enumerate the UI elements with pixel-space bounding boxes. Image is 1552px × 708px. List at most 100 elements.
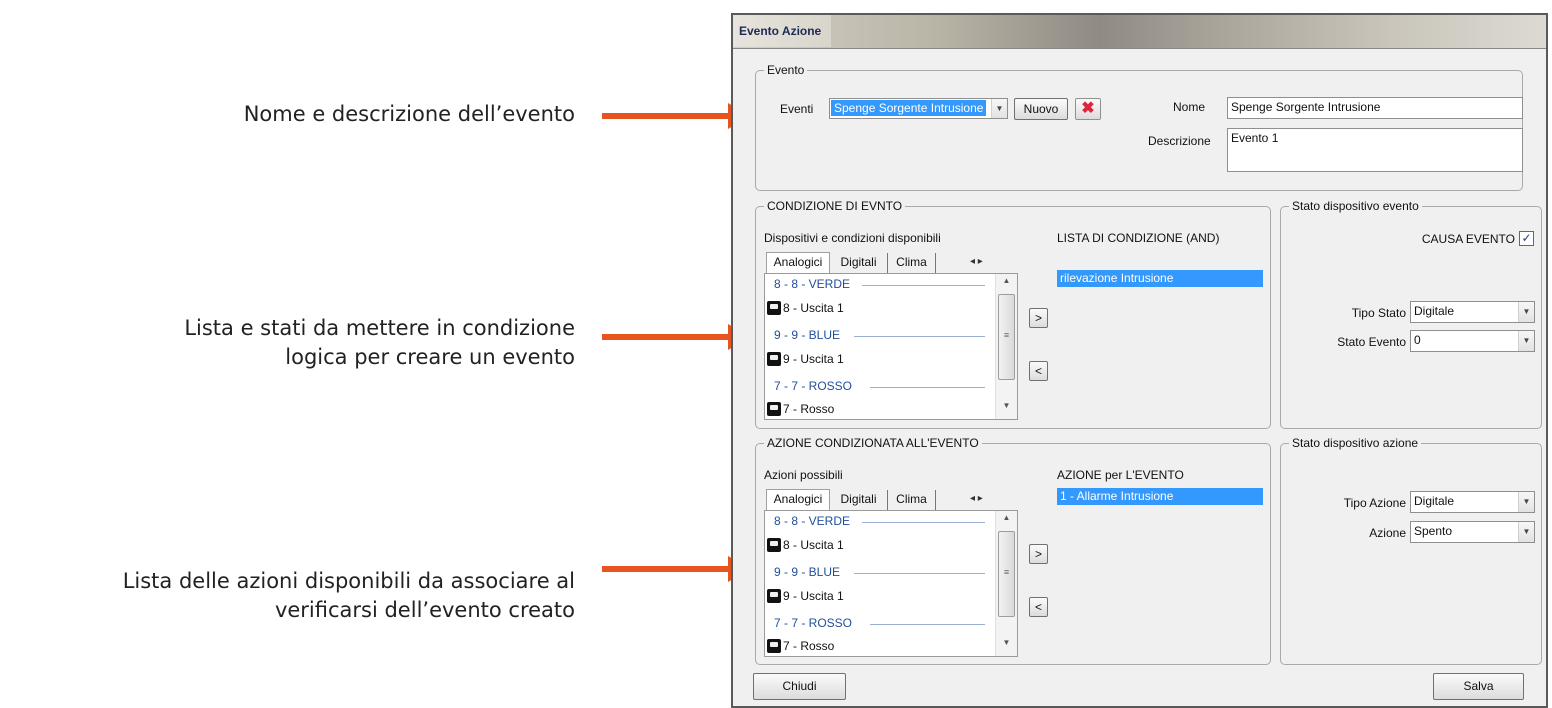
- add-action-button[interactable]: >: [1029, 544, 1048, 564]
- annotation-line: Lista e stati da mettere in condizione: [184, 316, 575, 340]
- stato-evento-legend: Stato dispositivo evento: [1289, 199, 1422, 213]
- device-icon: [767, 402, 781, 416]
- action-list[interactable]: 1 - Allarme Intrusione: [1057, 487, 1263, 657]
- condition-list-item[interactable]: rilevazione Intrusione: [1057, 270, 1263, 287]
- nome-field[interactable]: Spenge Sorgente Intrusione: [1227, 97, 1523, 119]
- tab-scroll-arrows[interactable]: ◂ ▸: [970, 493, 983, 504]
- list-item[interactable]: 7 - Rosso: [767, 402, 834, 416]
- tipo-stato-value: Digitale: [1414, 304, 1455, 318]
- tab-scroll-arrows[interactable]: ◂ ▸: [970, 256, 983, 267]
- descrizione-label: Descrizione: [1148, 134, 1211, 148]
- tab-clima[interactable]: Clima: [888, 253, 936, 273]
- tab-analogici[interactable]: Analogici: [766, 489, 830, 510]
- list-group-header: 8 - 8 - VERDE: [774, 514, 985, 528]
- eventi-value: Spenge Sorgente Intrusione: [831, 100, 987, 116]
- list-item[interactable]: 8 - Uscita 1: [767, 538, 844, 552]
- azione-legend: AZIONE CONDIZIONATA ALL'EVENTO: [764, 436, 982, 450]
- condition-list[interactable]: rilevazione Intrusione: [1057, 250, 1263, 420]
- stato-evento-label: Stato Evento: [1337, 335, 1406, 349]
- list-item[interactable]: 7 - Rosso: [767, 639, 834, 653]
- tipo-stato-label: Tipo Stato: [1351, 306, 1406, 320]
- tab-analogici[interactable]: Analogici: [766, 252, 830, 273]
- annotation-event-name: Nome e descrizione dell’evento: [244, 100, 575, 129]
- scroll-up-icon[interactable]: ▲: [996, 276, 1017, 292]
- device-icon: [767, 639, 781, 653]
- scroll-thumb[interactable]: ≡: [998, 294, 1015, 380]
- nome-label: Nome: [1173, 100, 1206, 114]
- list-item[interactable]: 8 - Uscita 1: [767, 301, 844, 315]
- annotation-line: Lista delle azioni disponibili da associ…: [122, 569, 575, 593]
- nuovo-button[interactable]: Nuovo: [1014, 98, 1068, 120]
- chevron-down-icon[interactable]: ▼: [1518, 331, 1534, 351]
- annotation-action-list: Lista delle azioni disponibili da associ…: [123, 567, 575, 625]
- chevron-down-icon[interactable]: ▼: [1518, 492, 1534, 512]
- arrow-1: [602, 103, 750, 129]
- condizione-legend: CONDIZIONE DI EVNTO: [764, 199, 906, 213]
- list-item[interactable]: 9 - Uscita 1: [767, 589, 844, 603]
- list-group-header: 7 - 7 - ROSSO: [774, 616, 985, 630]
- descrizione-field[interactable]: Evento 1: [1227, 128, 1523, 172]
- add-condition-button[interactable]: >: [1029, 308, 1048, 328]
- tab-digitali[interactable]: Digitali: [830, 490, 888, 510]
- condition-tabs: Analogici Digitali Clima ◂ ▸: [766, 252, 1006, 273]
- list-item[interactable]: 9 - Uscita 1: [767, 352, 844, 366]
- available-conditions-label: Dispositivi e condizioni disponibili: [764, 231, 941, 245]
- list-group-header: 7 - 7 - ROSSO: [774, 379, 985, 393]
- stato-azione-legend: Stato dispositivo azione: [1289, 436, 1422, 450]
- chevron-down-icon[interactable]: ▼: [1518, 302, 1534, 322]
- azione-value: Spento: [1414, 524, 1453, 538]
- device-icon: [767, 352, 781, 366]
- remove-condition-button[interactable]: <: [1029, 361, 1048, 381]
- tipo-stato-combo[interactable]: Digitale ▼: [1410, 301, 1535, 323]
- tipo-azione-label: Tipo Azione: [1343, 496, 1406, 510]
- tipo-azione-value: Digitale: [1414, 494, 1455, 508]
- scroll-up-icon[interactable]: ▲: [996, 513, 1017, 529]
- action-device-list[interactable]: 8 - 8 - VERDE 8 - Uscita 1 9 - 9 - BLUE …: [764, 510, 1018, 657]
- annotation-line: Nome e descrizione dell’evento: [243, 102, 575, 126]
- arrow-3: [602, 556, 750, 582]
- tab-digitali[interactable]: Digitali: [830, 253, 888, 273]
- condition-device-list[interactable]: 8 - 8 - VERDE 8 - Uscita 1 9 - 9 - BLUE …: [764, 273, 1018, 420]
- scroll-thumb[interactable]: ≡: [998, 531, 1015, 617]
- chiudi-button[interactable]: Chiudi: [753, 673, 846, 700]
- list-group-header: 9 - 9 - BLUE: [774, 328, 985, 342]
- tab-clima[interactable]: Clima: [888, 490, 936, 510]
- list-scrollbar[interactable]: ▲ ≡ ▼: [995, 274, 1017, 419]
- annotation-condition-list: Lista e stati da mettere in condizione l…: [184, 314, 575, 372]
- salva-button[interactable]: Salva: [1433, 673, 1524, 700]
- evento-azione-dialog: Evento Azione Evento Eventi Spenge Sorge…: [731, 13, 1548, 708]
- chevron-down-icon[interactable]: ▼: [991, 99, 1007, 118]
- window-title: Evento Azione: [739, 24, 822, 38]
- scroll-down-icon[interactable]: ▼: [996, 401, 1017, 417]
- condition-list-title: LISTA DI CONDIZIONE (AND): [1057, 231, 1220, 245]
- evento-group: Evento Eventi Spenge Sorgente Intrusione…: [755, 63, 1523, 191]
- azione-combo[interactable]: Spento ▼: [1410, 521, 1535, 543]
- device-icon: [767, 589, 781, 603]
- annotation-line: verificarsi dell’evento creato: [274, 598, 575, 622]
- list-group-header: 8 - 8 - VERDE: [774, 277, 985, 291]
- causa-evento-checkbox[interactable]: ✓: [1519, 231, 1534, 246]
- stato-evento-value: 0: [1414, 333, 1421, 347]
- stato-azione-group: Stato dispositivo azione Tipo Azione Dig…: [1280, 436, 1542, 665]
- stato-evento-combo[interactable]: 0 ▼: [1410, 330, 1535, 352]
- remove-action-button[interactable]: <: [1029, 597, 1048, 617]
- stato-evento-group: Stato dispositivo evento CAUSA EVENTO ✓ …: [1280, 199, 1542, 429]
- action-list-title: AZIONE per L'EVENTO: [1057, 468, 1184, 482]
- evento-legend: Evento: [764, 63, 808, 77]
- action-list-item[interactable]: 1 - Allarme Intrusione: [1057, 488, 1263, 505]
- list-scrollbar[interactable]: ▲ ≡ ▼: [995, 511, 1017, 656]
- annotation-line: logica per creare un evento: [285, 345, 575, 369]
- tipo-azione-combo[interactable]: Digitale ▼: [1410, 491, 1535, 513]
- device-icon: [767, 301, 781, 315]
- condizione-group: CONDIZIONE DI EVNTO Dispositivi e condiz…: [755, 199, 1271, 429]
- azione-group: AZIONE CONDIZIONATA ALL'EVENTO Azioni po…: [755, 436, 1271, 665]
- device-icon: [767, 538, 781, 552]
- arrow-2: [602, 324, 750, 350]
- delete-icon[interactable]: ✖: [1075, 98, 1101, 120]
- chevron-down-icon[interactable]: ▼: [1518, 522, 1534, 542]
- eventi-combo[interactable]: Spenge Sorgente Intrusione ▼: [829, 98, 1008, 119]
- action-tabs: Analogici Digitali Clima ◂ ▸: [766, 489, 1006, 510]
- scroll-down-icon[interactable]: ▼: [996, 638, 1017, 654]
- title-bar[interactable]: Evento Azione: [733, 15, 1546, 49]
- list-group-header: 9 - 9 - BLUE: [774, 565, 985, 579]
